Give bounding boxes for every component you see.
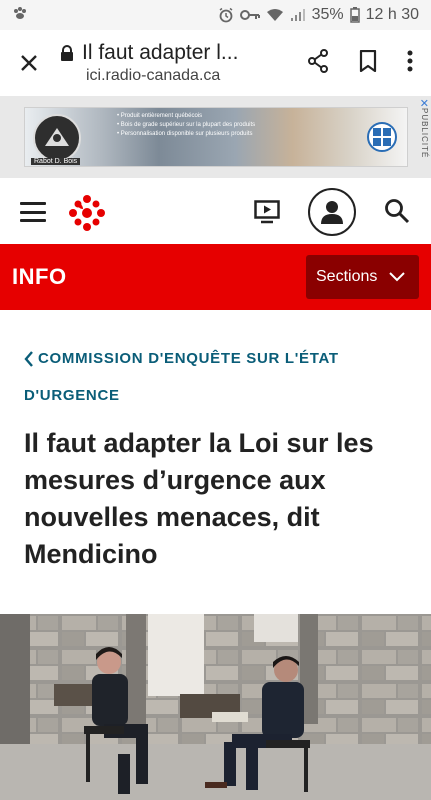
clock: 12 h 30 xyxy=(365,6,419,23)
url-block[interactable]: Il faut adapter l... ici.radio-canada.ca xyxy=(58,41,307,85)
signal-icon xyxy=(290,8,306,22)
search-icon xyxy=(385,199,410,224)
ad-label: PUBLICITÉ xyxy=(420,108,429,159)
bookmark-button[interactable] xyxy=(359,49,377,77)
bookmark-icon xyxy=(359,49,377,72)
article-photo xyxy=(0,614,431,800)
more-options-button[interactable] xyxy=(407,50,413,77)
paw-icon xyxy=(12,5,28,26)
share-icon xyxy=(308,48,328,73)
chevron-left-icon xyxy=(24,351,33,367)
tv-play-button[interactable] xyxy=(254,200,280,229)
section-bar: INFO Sections xyxy=(0,244,431,310)
wifi-icon xyxy=(266,8,284,22)
breadcrumb[interactable]: COMMISSION D'ENQUÊTE SUR L'ÉTAT D'URGENC… xyxy=(24,340,404,414)
chevron-down-icon xyxy=(389,272,406,282)
battery-percent: 35% xyxy=(311,6,344,23)
share-button[interactable] xyxy=(307,48,329,78)
ad-banner-area: Rabot D. Bois • Produit entièrement québ… xyxy=(0,96,431,178)
status-bar: 35% 12 h 30 xyxy=(0,0,431,30)
url-host: ici.radio-canada.ca xyxy=(86,67,221,84)
close-tab-button[interactable] xyxy=(0,54,58,72)
key-icon xyxy=(239,8,260,22)
close-icon xyxy=(21,55,37,71)
sections-dropdown-button[interactable]: Sections xyxy=(306,255,419,299)
section-title[interactable]: INFO xyxy=(12,264,67,290)
quebec-badge-icon xyxy=(367,122,397,152)
site-header xyxy=(0,180,431,244)
browser-toolbar: Il faut adapter l... ici.radio-canada.ca xyxy=(0,30,431,96)
more-vert-icon xyxy=(407,50,413,71)
alarm-icon xyxy=(218,7,234,23)
search-button[interactable] xyxy=(384,198,410,229)
ad-logo-caption: Rabot D. Bois xyxy=(31,158,81,165)
breadcrumb-label: COMMISSION D'ENQUÊTE SUR L'ÉTAT D'URGENC… xyxy=(24,350,339,404)
battery-icon xyxy=(349,7,360,23)
lock-icon xyxy=(61,44,73,61)
ad-logo xyxy=(33,114,81,162)
radio-canada-gem-icon[interactable] xyxy=(68,194,106,237)
menu-icon[interactable] xyxy=(20,202,46,222)
article-headline: Il faut adapter la Loi sur les mesures d… xyxy=(24,428,374,569)
ad-copy: • Produit entièrement québécois • Bois d… xyxy=(117,112,255,139)
ad-line: • Produit entièrement québécois xyxy=(117,113,203,119)
sections-label: Sections xyxy=(316,268,378,285)
tv-play-icon xyxy=(254,200,280,224)
page-title: Il faut adapter l... xyxy=(82,41,239,64)
ad-banner[interactable]: Rabot D. Bois • Produit entièrement québ… xyxy=(24,107,408,167)
account-icon xyxy=(321,201,343,224)
ad-line: • Bois de grade supérieur sur la plupart… xyxy=(117,122,256,128)
ad-line: • Personnalisation disponible sur plusie… xyxy=(117,131,253,137)
account-button[interactable] xyxy=(308,188,356,236)
